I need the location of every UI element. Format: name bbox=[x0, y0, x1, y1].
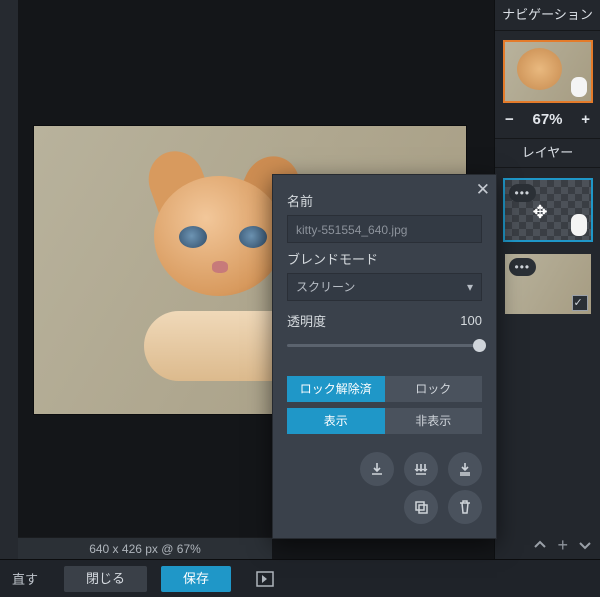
add-layer-button[interactable]: + bbox=[557, 535, 568, 556]
unlock-button[interactable]: ロック解除済 bbox=[287, 376, 385, 402]
lock-button[interactable]: ロック bbox=[385, 376, 483, 402]
layer-item-selected[interactable]: ••• ✥ bbox=[503, 178, 593, 242]
blendmode-value: スクリーン bbox=[296, 273, 355, 301]
delete-layer-icon[interactable] bbox=[448, 490, 482, 524]
move-icon: ✥ bbox=[533, 202, 548, 223]
right-panel: ナビゲーション − 67% + レイヤー ••• ✥ ••• + bbox=[494, 0, 600, 560]
layer-visible-checkbox[interactable] bbox=[572, 295, 588, 311]
collapse-icon[interactable] bbox=[533, 538, 547, 552]
show-button[interactable]: 表示 bbox=[287, 408, 385, 434]
opacity-value: 100 bbox=[460, 313, 482, 328]
duplicate-layer-icon[interactable] bbox=[404, 490, 438, 524]
layers-title: レイヤー bbox=[495, 138, 600, 168]
expand-icon[interactable] bbox=[578, 538, 592, 552]
opacity-slider[interactable] bbox=[287, 336, 482, 356]
navigator-title: ナビゲーション bbox=[495, 0, 600, 31]
undo-label[interactable]: 直す bbox=[0, 569, 50, 588]
layer-item-background[interactable]: ••• bbox=[503, 252, 593, 316]
close-button[interactable]: 閉じる bbox=[64, 566, 147, 592]
name-label: 名前 bbox=[287, 191, 482, 210]
hide-button[interactable]: 非表示 bbox=[385, 408, 483, 434]
layer-properties-popup: ✕ 名前 kitty-551554_640.jpg ブレンドモード スクリーン … bbox=[272, 174, 497, 539]
opacity-label: 透明度 bbox=[287, 311, 326, 330]
bottom-bar: 直す 閉じる 保存 bbox=[0, 559, 600, 597]
canvas-dimensions-label: 640 x 426 px @ 67% bbox=[18, 537, 272, 560]
chevron-down-icon: ▾ bbox=[467, 273, 473, 301]
layer-options-icon[interactable]: ••• bbox=[509, 258, 537, 276]
zoom-in-button[interactable]: + bbox=[581, 111, 590, 128]
close-icon[interactable]: ✕ bbox=[476, 180, 490, 200]
navigator-thumbnail[interactable] bbox=[503, 40, 593, 103]
name-input[interactable]: kitty-551554_640.jpg bbox=[287, 215, 482, 243]
left-toolrail bbox=[0, 0, 18, 560]
zoom-out-button[interactable]: − bbox=[505, 111, 514, 128]
layer-options-icon[interactable]: ••• bbox=[509, 184, 537, 202]
blendmode-label: ブレンドモード bbox=[287, 249, 482, 268]
merge-down-icon[interactable] bbox=[360, 452, 394, 486]
panel-toggle-icon[interactable] bbox=[255, 569, 275, 589]
merge-visible-icon[interactable] bbox=[404, 452, 438, 486]
zoom-value: 67% bbox=[532, 111, 562, 128]
save-button[interactable]: 保存 bbox=[161, 566, 231, 592]
flatten-icon[interactable] bbox=[448, 452, 482, 486]
blendmode-select[interactable]: スクリーン ▾ bbox=[287, 273, 482, 301]
